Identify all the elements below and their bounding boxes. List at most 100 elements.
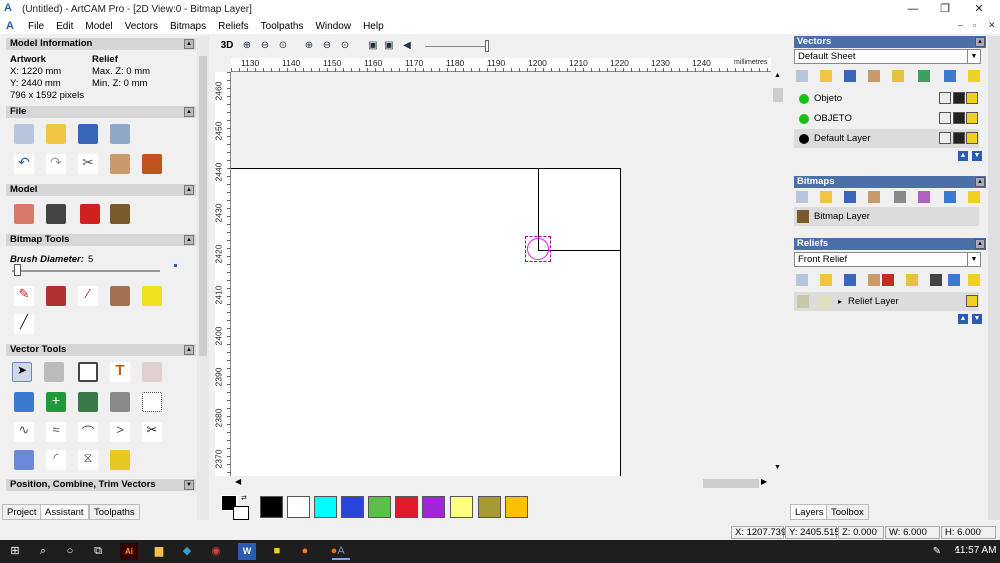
collapse-icon[interactable]: ▲	[184, 345, 194, 355]
brush-slider-thumb[interactable]	[14, 264, 21, 276]
left-panel-scrollbar[interactable]	[197, 36, 209, 520]
brush-slider-track[interactable]	[12, 270, 160, 272]
lock-icon[interactable]	[939, 132, 951, 144]
rectangle-icon[interactable]	[78, 362, 98, 382]
menu-bitmaps[interactable]: Bitmaps	[164, 21, 212, 32]
shape-tool-icon[interactable]	[142, 362, 162, 382]
move-forward-icon[interactable]: ▣	[365, 38, 381, 54]
move-back-icon[interactable]: ▣	[381, 38, 397, 54]
vectors-header[interactable]: Vectors ▲	[794, 36, 986, 48]
new-icon[interactable]	[796, 274, 808, 286]
move-down-icon[interactable]: ▼	[972, 151, 982, 161]
bitmap-layer-row[interactable]: Bitmap Layer	[794, 207, 979, 226]
visibility-bulb-icon[interactable]	[966, 132, 978, 144]
minimize-button[interactable]: —	[896, 0, 930, 18]
grayscale-icon[interactable]	[930, 274, 942, 286]
new-model-icon[interactable]	[14, 124, 34, 144]
bulb-icon[interactable]	[968, 70, 980, 82]
cortana-icon[interactable]: ○	[61, 543, 79, 560]
position-combine-header[interactable]: Position, Combine, Trim Vectors ▼	[6, 479, 196, 491]
paint-brush-icon[interactable]: ✎	[14, 286, 34, 306]
grid-icon[interactable]	[110, 392, 130, 412]
move-up-icon[interactable]: ▲	[958, 151, 968, 161]
scroll-thumb[interactable]	[703, 479, 759, 488]
palette-swatch[interactable]	[478, 496, 501, 518]
mdi-restore-icon[interactable]: ▫	[973, 20, 976, 30]
tab-project[interactable]: Project	[2, 504, 42, 520]
view-vertical-scrollbar[interactable]: ▲ ▼	[771, 72, 785, 476]
reliefs-header[interactable]: Reliefs ▲	[794, 238, 986, 250]
properties-icon[interactable]	[906, 274, 918, 286]
redo-icon[interactable]: ↷	[46, 154, 66, 174]
right-panel-scrollbar[interactable]	[988, 36, 1000, 520]
eyedropper-icon[interactable]: ⁄	[78, 286, 98, 306]
file-header[interactable]: File ▲	[6, 106, 196, 118]
collapse-icon[interactable]: ▲	[184, 107, 194, 117]
collapse-icon[interactable]: ▲	[975, 37, 985, 47]
palette-swatch[interactable]	[395, 496, 418, 518]
3d-button[interactable]: 3D	[219, 38, 235, 54]
vector-layer-row[interactable]: OBJETO	[794, 109, 979, 128]
layer-color-dot[interactable]	[799, 134, 809, 144]
menu-edit[interactable]: Edit	[50, 21, 79, 32]
copy-icon[interactable]	[110, 154, 130, 174]
clock[interactable]: 11:57 AM	[955, 545, 997, 556]
menu-vectors[interactable]: Vectors	[119, 21, 164, 32]
collapse-icon[interactable]: ▼	[184, 480, 194, 490]
trim-icon[interactable]: ✂	[142, 422, 162, 442]
tab-assistant[interactable]: Assistant	[40, 504, 89, 520]
zoom-fit-icon[interactable]: ⊙	[275, 38, 291, 54]
select-arrow-icon[interactable]: ➤	[12, 362, 32, 382]
app-icon[interactable]: ◆	[178, 543, 196, 560]
save-icon[interactable]	[844, 70, 856, 82]
zoom-previous-icon[interactable]: ⊖	[319, 38, 335, 54]
layer-color-dot[interactable]	[799, 94, 809, 104]
measure-icon[interactable]	[14, 392, 34, 412]
move-up-icon[interactable]: ▲	[958, 314, 968, 324]
undo-icon[interactable]: ↶	[14, 154, 34, 174]
edit-icon[interactable]	[953, 92, 965, 104]
relief-tool-icon[interactable]	[80, 204, 100, 224]
lock-icon[interactable]	[939, 112, 951, 124]
menu-model[interactable]: Model	[79, 21, 118, 32]
palette-swatch[interactable]	[341, 496, 364, 518]
collapse-icon[interactable]: ▲	[184, 39, 194, 49]
zoom-out-icon[interactable]: ⊖	[257, 38, 273, 54]
visibility-bulb-icon[interactable]	[966, 92, 978, 104]
tab-layers[interactable]: Layers	[790, 504, 829, 520]
word-icon[interactable]: W	[238, 543, 256, 560]
view-horizontal-scrollbar[interactable]: ◀ ▶	[231, 476, 771, 490]
nodes-icon[interactable]	[142, 392, 162, 412]
visibility-bulb-icon[interactable]	[966, 295, 978, 307]
chevron-down-icon[interactable]: ▼	[967, 50, 980, 63]
chevron-down-icon[interactable]: ▼	[967, 253, 980, 266]
vector-tools-header[interactable]: Vector Tools ▲	[6, 344, 196, 356]
palette-swatch[interactable]	[450, 496, 473, 518]
palette-swatch[interactable]	[422, 496, 445, 518]
zoom-box-icon[interactable]: ⊙	[337, 38, 353, 54]
copy-icon[interactable]	[868, 191, 880, 203]
menu-toolpaths[interactable]: Toolpaths	[255, 21, 310, 32]
vector-layer-row[interactable]: Objeto	[794, 89, 979, 108]
palette-swatch[interactable]	[368, 496, 391, 518]
layer-color-dot[interactable]	[799, 114, 809, 124]
collapse-icon[interactable]: ▲	[184, 185, 194, 195]
open-icon[interactable]	[820, 191, 832, 203]
flood-fill-icon[interactable]	[142, 286, 162, 306]
mdi-minimize-icon[interactable]: –	[958, 20, 963, 30]
scroll-thumb[interactable]	[773, 88, 783, 102]
properties-icon[interactable]	[892, 70, 904, 82]
firefox-icon[interactable]: ●	[296, 543, 314, 560]
star-icon[interactable]	[110, 450, 130, 470]
text-tool-icon[interactable]: T	[110, 362, 130, 382]
task-view-icon[interactable]: ⧉	[89, 543, 107, 560]
wave-icon[interactable]: ≈	[46, 422, 66, 442]
tab-toolpaths[interactable]: Toolpaths	[89, 504, 140, 520]
secondary-color-swatch[interactable]	[233, 506, 249, 520]
model-header[interactable]: Model ▲	[6, 184, 196, 196]
grayscale-icon[interactable]	[46, 204, 66, 224]
color-palette-icon[interactable]	[110, 286, 130, 306]
palette-swatch[interactable]	[505, 496, 528, 518]
new-icon[interactable]	[796, 191, 808, 203]
menu-window[interactable]: Window	[309, 21, 357, 32]
